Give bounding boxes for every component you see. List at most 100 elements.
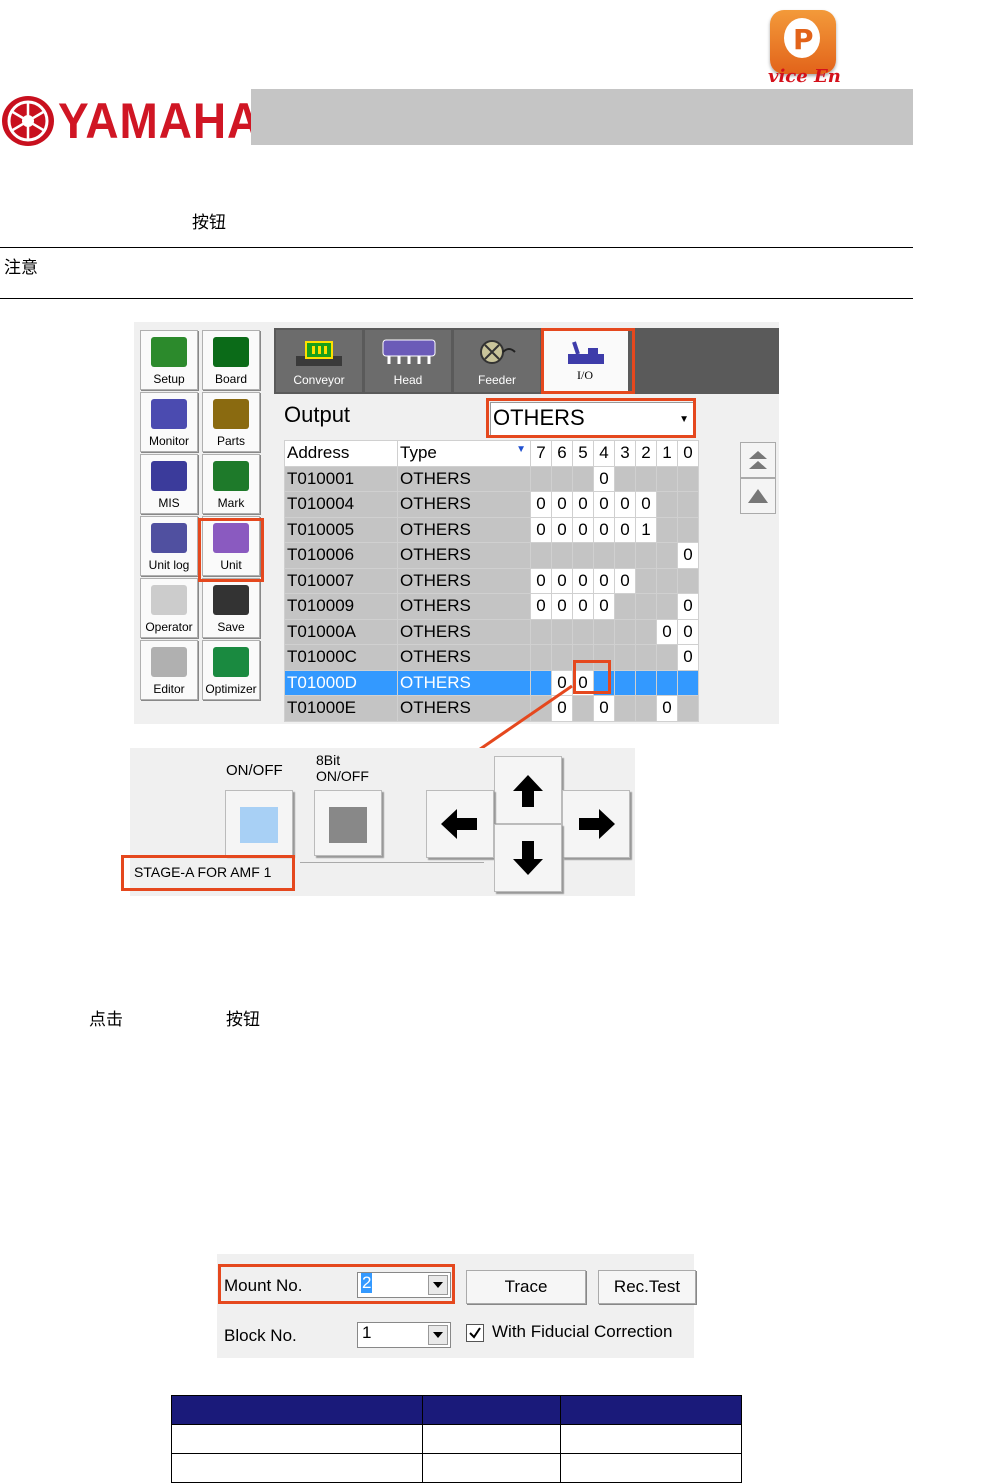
io-bit-cell[interactable]: 0 xyxy=(614,567,636,594)
nav-button-optimizer[interactable]: Optimizer xyxy=(202,640,260,700)
up-arrow-icon xyxy=(748,489,768,503)
io-bit-cell[interactable]: 0 xyxy=(614,491,636,518)
scroll-up-button[interactable] xyxy=(740,478,776,514)
left-button[interactable] xyxy=(426,790,494,858)
io-table-header: Address Type ▼ 7 6 5 4 3 2 1 0 xyxy=(284,440,699,467)
data-table xyxy=(171,1395,742,1483)
io-type-cell: OTHERS xyxy=(397,465,531,492)
io-bit-cell xyxy=(551,465,573,492)
nav-button-board[interactable]: Board xyxy=(202,330,260,390)
nav-button-setup[interactable]: Setup xyxy=(140,330,198,390)
io-bit-cell xyxy=(530,542,552,569)
io-bit-cell[interactable]: 0 xyxy=(572,516,594,543)
nav-button-unit-log[interactable]: Unit log xyxy=(140,516,198,576)
filter-dropdown-icon[interactable]: ▼ xyxy=(516,444,526,455)
io-type-cell: OTHERS xyxy=(397,516,531,543)
tab-conveyor[interactable]: Conveyor xyxy=(276,330,362,392)
io-bit-cell xyxy=(635,542,657,569)
fiducial-checkbox[interactable] xyxy=(466,1324,484,1342)
io-bit-cell[interactable]: 0 xyxy=(551,593,573,620)
io-bit-cell[interactable]: 0 xyxy=(530,593,552,620)
io-bit-cell[interactable]: 0 xyxy=(656,618,678,645)
io-bit-cell xyxy=(635,669,657,696)
io-bit-cell[interactable]: 0 xyxy=(551,491,573,518)
nav-button-operator[interactable]: Operator xyxy=(140,578,198,638)
nav-button-monitor[interactable]: Monitor xyxy=(140,392,198,452)
bit8-label-line2: ON/OFF xyxy=(316,768,369,784)
io-bit-cell[interactable]: 0 xyxy=(593,516,615,543)
tab-bar: Conveyor Head Feeder I/O xyxy=(274,328,779,394)
nav-button-mark[interactable]: Mark xyxy=(202,454,260,514)
tab-feeder[interactable]: Feeder xyxy=(454,330,540,392)
io-bit-cell[interactable]: 0 xyxy=(530,516,552,543)
io-bit-cell[interactable]: 0 xyxy=(677,542,699,569)
io-column-header: 4 xyxy=(593,440,615,467)
io-bit-cell[interactable]: 0 xyxy=(530,491,552,518)
unit-log-icon xyxy=(151,523,187,553)
io-bit-cell xyxy=(656,567,678,594)
up-button[interactable] xyxy=(494,756,562,824)
nav-button-editor[interactable]: Editor xyxy=(140,640,198,700)
io-bit-cell xyxy=(614,465,636,492)
io-table-row[interactable]: T010005 OTHERS 0 0 0 0 0 1 xyxy=(284,516,699,543)
scroll-top-button[interactable] xyxy=(740,442,776,478)
io-table-row[interactable]: T010006 OTHERS 0 xyxy=(284,542,699,569)
io-address-cell: T010006 xyxy=(284,542,398,569)
io-bit-cell xyxy=(635,465,657,492)
table-row xyxy=(171,1453,742,1483)
io-bit-cell[interactable]: 0 xyxy=(656,695,678,722)
block-select[interactable]: 1 xyxy=(357,1322,451,1348)
tab-head[interactable]: Head xyxy=(365,330,451,392)
io-bit-cell[interactable]: 0 xyxy=(677,618,699,645)
io-bit-cell xyxy=(656,491,678,518)
io-bit-cell[interactable]: 0 xyxy=(572,567,594,594)
io-address-cell: T01000A xyxy=(284,618,398,645)
trace-button[interactable]: Trace xyxy=(466,1270,586,1304)
highlight-output-select xyxy=(486,398,696,438)
io-bit-cell[interactable]: 0 xyxy=(635,491,657,518)
left-arrow-icon xyxy=(441,809,477,839)
io-bit-cell[interactable]: 0 xyxy=(677,644,699,671)
io-table-row[interactable]: T010001 OTHERS 0 xyxy=(284,465,699,492)
io-table-row[interactable]: T010004 OTHERS 0 0 0 0 0 0 xyxy=(284,491,699,518)
io-bit-cell xyxy=(677,465,699,492)
down-button[interactable] xyxy=(494,824,562,892)
io-bit-cell[interactable]: 0 xyxy=(593,567,615,594)
nav-button-label: Optimizer xyxy=(205,682,257,696)
io-bit-cell[interactable]: 0 xyxy=(593,465,615,492)
io-type-cell: OTHERS xyxy=(397,542,531,569)
io-bit-cell xyxy=(614,542,636,569)
onoff-button[interactable] xyxy=(225,790,293,856)
io-bit-cell[interactable]: 0 xyxy=(593,593,615,620)
bit8-onoff-button[interactable] xyxy=(314,790,382,856)
io-bit-cell[interactable]: 0 xyxy=(551,567,573,594)
right-button[interactable] xyxy=(562,790,630,858)
io-bit-cell[interactable]: 0 xyxy=(677,593,699,620)
io-table-row[interactable]: T010009 OTHERS 0 0 0 0 0 xyxy=(284,593,699,620)
io-bit-cell[interactable]: 0 xyxy=(551,516,573,543)
nav-button-parts[interactable]: Parts xyxy=(202,392,260,452)
nav-button-save[interactable]: Save xyxy=(202,578,260,638)
io-column-header: 0 xyxy=(677,440,699,467)
io-table-row[interactable]: T01000A OTHERS 0 0 xyxy=(284,618,699,645)
rec-test-button[interactable]: Rec.Test xyxy=(598,1270,696,1304)
io-bit-cell xyxy=(593,618,615,645)
io-table-row[interactable]: T010007 OTHERS 0 0 0 0 0 xyxy=(284,567,699,594)
io-bit-cell[interactable]: 0 xyxy=(614,516,636,543)
io-bit-cell[interactable]: 0 xyxy=(572,593,594,620)
io-column-header: 6 xyxy=(551,440,573,467)
nav-button-mis[interactable]: MIS xyxy=(140,454,198,514)
instruction-click: 点击 xyxy=(89,1010,123,1030)
io-bit-cell[interactable]: 0 xyxy=(530,567,552,594)
io-type-cell: OTHERS xyxy=(397,618,531,645)
nav-button-label: Operator xyxy=(145,620,193,634)
nav-button-label: Monitor xyxy=(148,434,189,448)
yamaha-emblem-icon xyxy=(2,96,54,146)
io-bit-cell[interactable]: 1 xyxy=(635,516,657,543)
io-bit-cell[interactable]: 0 xyxy=(593,491,615,518)
io-column-header[interactable]: Type ▼ xyxy=(397,440,531,467)
io-column-header: 5 xyxy=(572,440,594,467)
io-bit-cell[interactable]: 0 xyxy=(572,491,594,518)
io-bit-cell[interactable]: 0 xyxy=(593,695,615,722)
io-table-row[interactable]: T01000C OTHERS 0 xyxy=(284,644,699,671)
